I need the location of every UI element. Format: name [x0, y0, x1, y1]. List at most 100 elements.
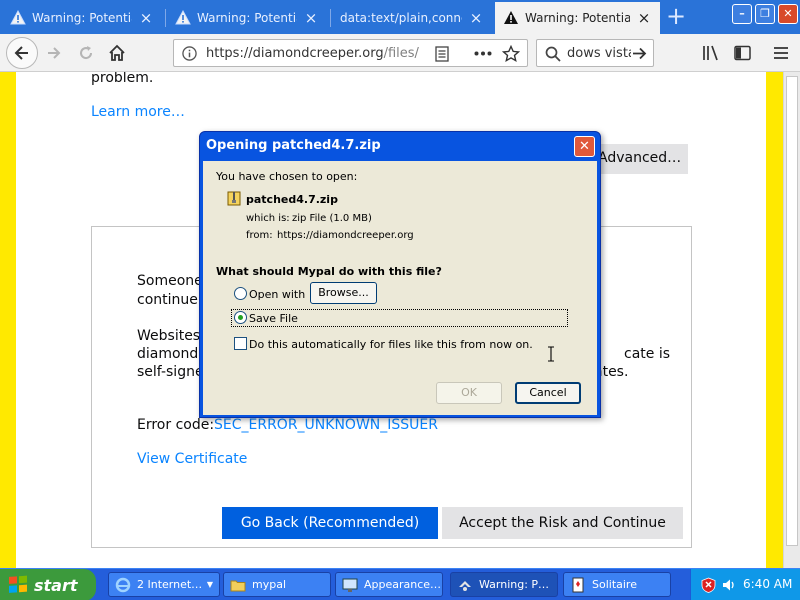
- forward-button[interactable]: [40, 39, 68, 67]
- auto-action-label[interactable]: Do this automatically for files like thi…: [249, 338, 533, 351]
- reader-view-icon[interactable]: [435, 46, 449, 62]
- tab-label: Warning: Potential Se: [525, 11, 630, 25]
- view-certificate-link[interactable]: View Certificate: [137, 451, 247, 467]
- scrollbar-thumb[interactable]: [786, 76, 798, 546]
- tab-data-text[interactable]: data:text/plain,connectio ×: [332, 3, 492, 33]
- start-label: start: [34, 575, 78, 595]
- details-line: Someone: [137, 273, 203, 289]
- warning-stripe-right: [766, 72, 783, 568]
- download-dialog: Opening patched4.7.zip ✕ You have chosen…: [199, 131, 601, 418]
- close-tab-icon[interactable]: ×: [138, 10, 154, 26]
- taskbar-item-internet[interactable]: 2 Internet… ▼: [108, 572, 220, 597]
- problem-text: problem.: [91, 72, 154, 86]
- details-line: diamondc: [137, 346, 207, 362]
- tab-warning-active[interactable]: Warning: Potential Se ×: [495, 2, 660, 34]
- taskbar-item-label: Warning: P…: [479, 578, 550, 591]
- taskbar-item-mypal-folder[interactable]: mypal: [223, 572, 331, 597]
- reload-button[interactable]: [72, 39, 100, 67]
- details-line: cate is: [624, 346, 671, 362]
- page-scrollbar[interactable]: [783, 72, 800, 568]
- taskbar: start 2 Internet… ▼ mypal Appearance… Wa…: [0, 568, 800, 600]
- forward-arrow-icon: [48, 47, 61, 59]
- home-icon: [109, 44, 125, 61]
- page-actions-icon[interactable]: [474, 51, 492, 56]
- tab-label: Warning: Potential Se: [32, 11, 132, 25]
- browser-tab-strip: Warning: Potential Se × Warning: Potenti…: [0, 0, 800, 34]
- cancel-button[interactable]: Cancel: [515, 382, 581, 404]
- close-tab-icon[interactable]: ×: [303, 10, 319, 26]
- tab-divider: [165, 9, 166, 27]
- new-tab-icon[interactable]: +: [663, 4, 689, 30]
- minimize-icon[interactable]: –: [732, 4, 752, 24]
- dialog-body: You have chosen to open: patched4.7.zip …: [203, 161, 597, 415]
- save-file-radio[interactable]: [234, 311, 247, 324]
- library-icon[interactable]: [702, 45, 720, 61]
- learn-more-link[interactable]: Learn more…: [91, 104, 185, 120]
- taskbar-item-label: 2 Internet…: [137, 578, 203, 591]
- details-line: self-signe: [137, 364, 204, 380]
- taskbar-item-mypal-browser[interactable]: Warning: P…: [450, 572, 558, 597]
- search-bar[interactable]: dows vista: [536, 39, 654, 67]
- source-url-value: https://diamondcreeper.org: [277, 230, 414, 241]
- accept-risk-button[interactable]: Accept the Risk and Continue: [442, 507, 683, 539]
- solitaire-icon: [572, 577, 584, 592]
- tab-label: data:text/plain,connectio: [340, 11, 462, 25]
- chosen-to-open-text: You have chosen to open:: [216, 170, 358, 183]
- windows-logo-icon: [9, 575, 27, 593]
- search-input[interactable]: dows vista: [567, 46, 631, 61]
- mypal-browser-icon: [459, 580, 471, 591]
- volume-icon[interactable]: [721, 577, 737, 593]
- restore-icon[interactable]: ❐: [755, 4, 775, 24]
- tab-divider: [330, 9, 331, 27]
- browse-button[interactable]: Browse...: [310, 282, 377, 304]
- taskbar-item-appearance[interactable]: Appearance…: [335, 572, 443, 597]
- folder-icon: [230, 580, 246, 591]
- sidebar-icon[interactable]: [734, 45, 751, 61]
- search-icon: [545, 46, 561, 62]
- internet-explorer-icon: [115, 577, 131, 592]
- warning-icon: [10, 10, 26, 25]
- file-type-value: zip File (1.0 MB): [292, 213, 372, 224]
- navigation-toolbar: https://diamondcreeper.org/files/ dows v…: [0, 34, 800, 72]
- warning-icon: [175, 10, 191, 25]
- open-with-label[interactable]: Open with: [249, 288, 305, 301]
- taskbar-item-label: Solitaire: [592, 578, 637, 591]
- tab-warning-1[interactable]: Warning: Potential Se ×: [2, 3, 162, 33]
- search-go-arrow-icon[interactable]: [632, 47, 647, 60]
- security-shield-icon[interactable]: [701, 577, 716, 593]
- tab-warning-2[interactable]: Warning: Potential Se ×: [167, 3, 327, 33]
- group-arrow-icon: ▼: [206, 580, 213, 589]
- ok-button[interactable]: OK: [436, 382, 502, 404]
- go-back-button[interactable]: Go Back (Recommended): [222, 507, 438, 539]
- dialog-close-icon[interactable]: ✕: [574, 136, 595, 157]
- start-button[interactable]: start: [0, 569, 96, 600]
- reload-icon: [80, 46, 93, 60]
- which-is-label: which is:: [246, 213, 290, 224]
- back-button[interactable]: [6, 37, 38, 69]
- bookmark-star-icon[interactable]: [502, 45, 520, 63]
- clock: 6:40 AM: [743, 577, 793, 591]
- auto-action-checkbox[interactable]: [234, 337, 247, 350]
- zip-file-icon: [227, 191, 241, 206]
- warning-icon: [504, 11, 518, 24]
- hamburger-menu-icon[interactable]: [773, 46, 789, 60]
- question-heading: What should Mypal do with this file?: [216, 265, 442, 278]
- close-tab-icon[interactable]: ×: [636, 10, 652, 26]
- error-code-link[interactable]: SEC_ERROR_UNKNOWN_ISSUER: [214, 417, 438, 433]
- text-cursor-icon: [548, 346, 554, 362]
- back-arrow-icon: [14, 46, 28, 60]
- taskbar-item-solitaire[interactable]: Solitaire: [563, 572, 671, 597]
- warning-stripe-left: [0, 72, 16, 568]
- open-with-radio[interactable]: [234, 287, 247, 300]
- tab-label: Warning: Potential Se: [197, 11, 297, 25]
- advanced-button[interactable]: Advanced…: [590, 144, 688, 174]
- url-bar[interactable]: https://diamondcreeper.org/files/: [173, 39, 528, 67]
- taskbar-item-label: mypal: [252, 578, 287, 591]
- info-icon[interactable]: [182, 46, 197, 61]
- close-tab-icon[interactable]: ×: [468, 10, 484, 26]
- from-label: from:: [246, 230, 273, 241]
- home-button[interactable]: [103, 39, 131, 67]
- save-file-label[interactable]: Save File: [249, 312, 298, 325]
- close-window-icon[interactable]: ✕: [778, 4, 798, 24]
- file-name: patched4.7.zip: [246, 193, 338, 206]
